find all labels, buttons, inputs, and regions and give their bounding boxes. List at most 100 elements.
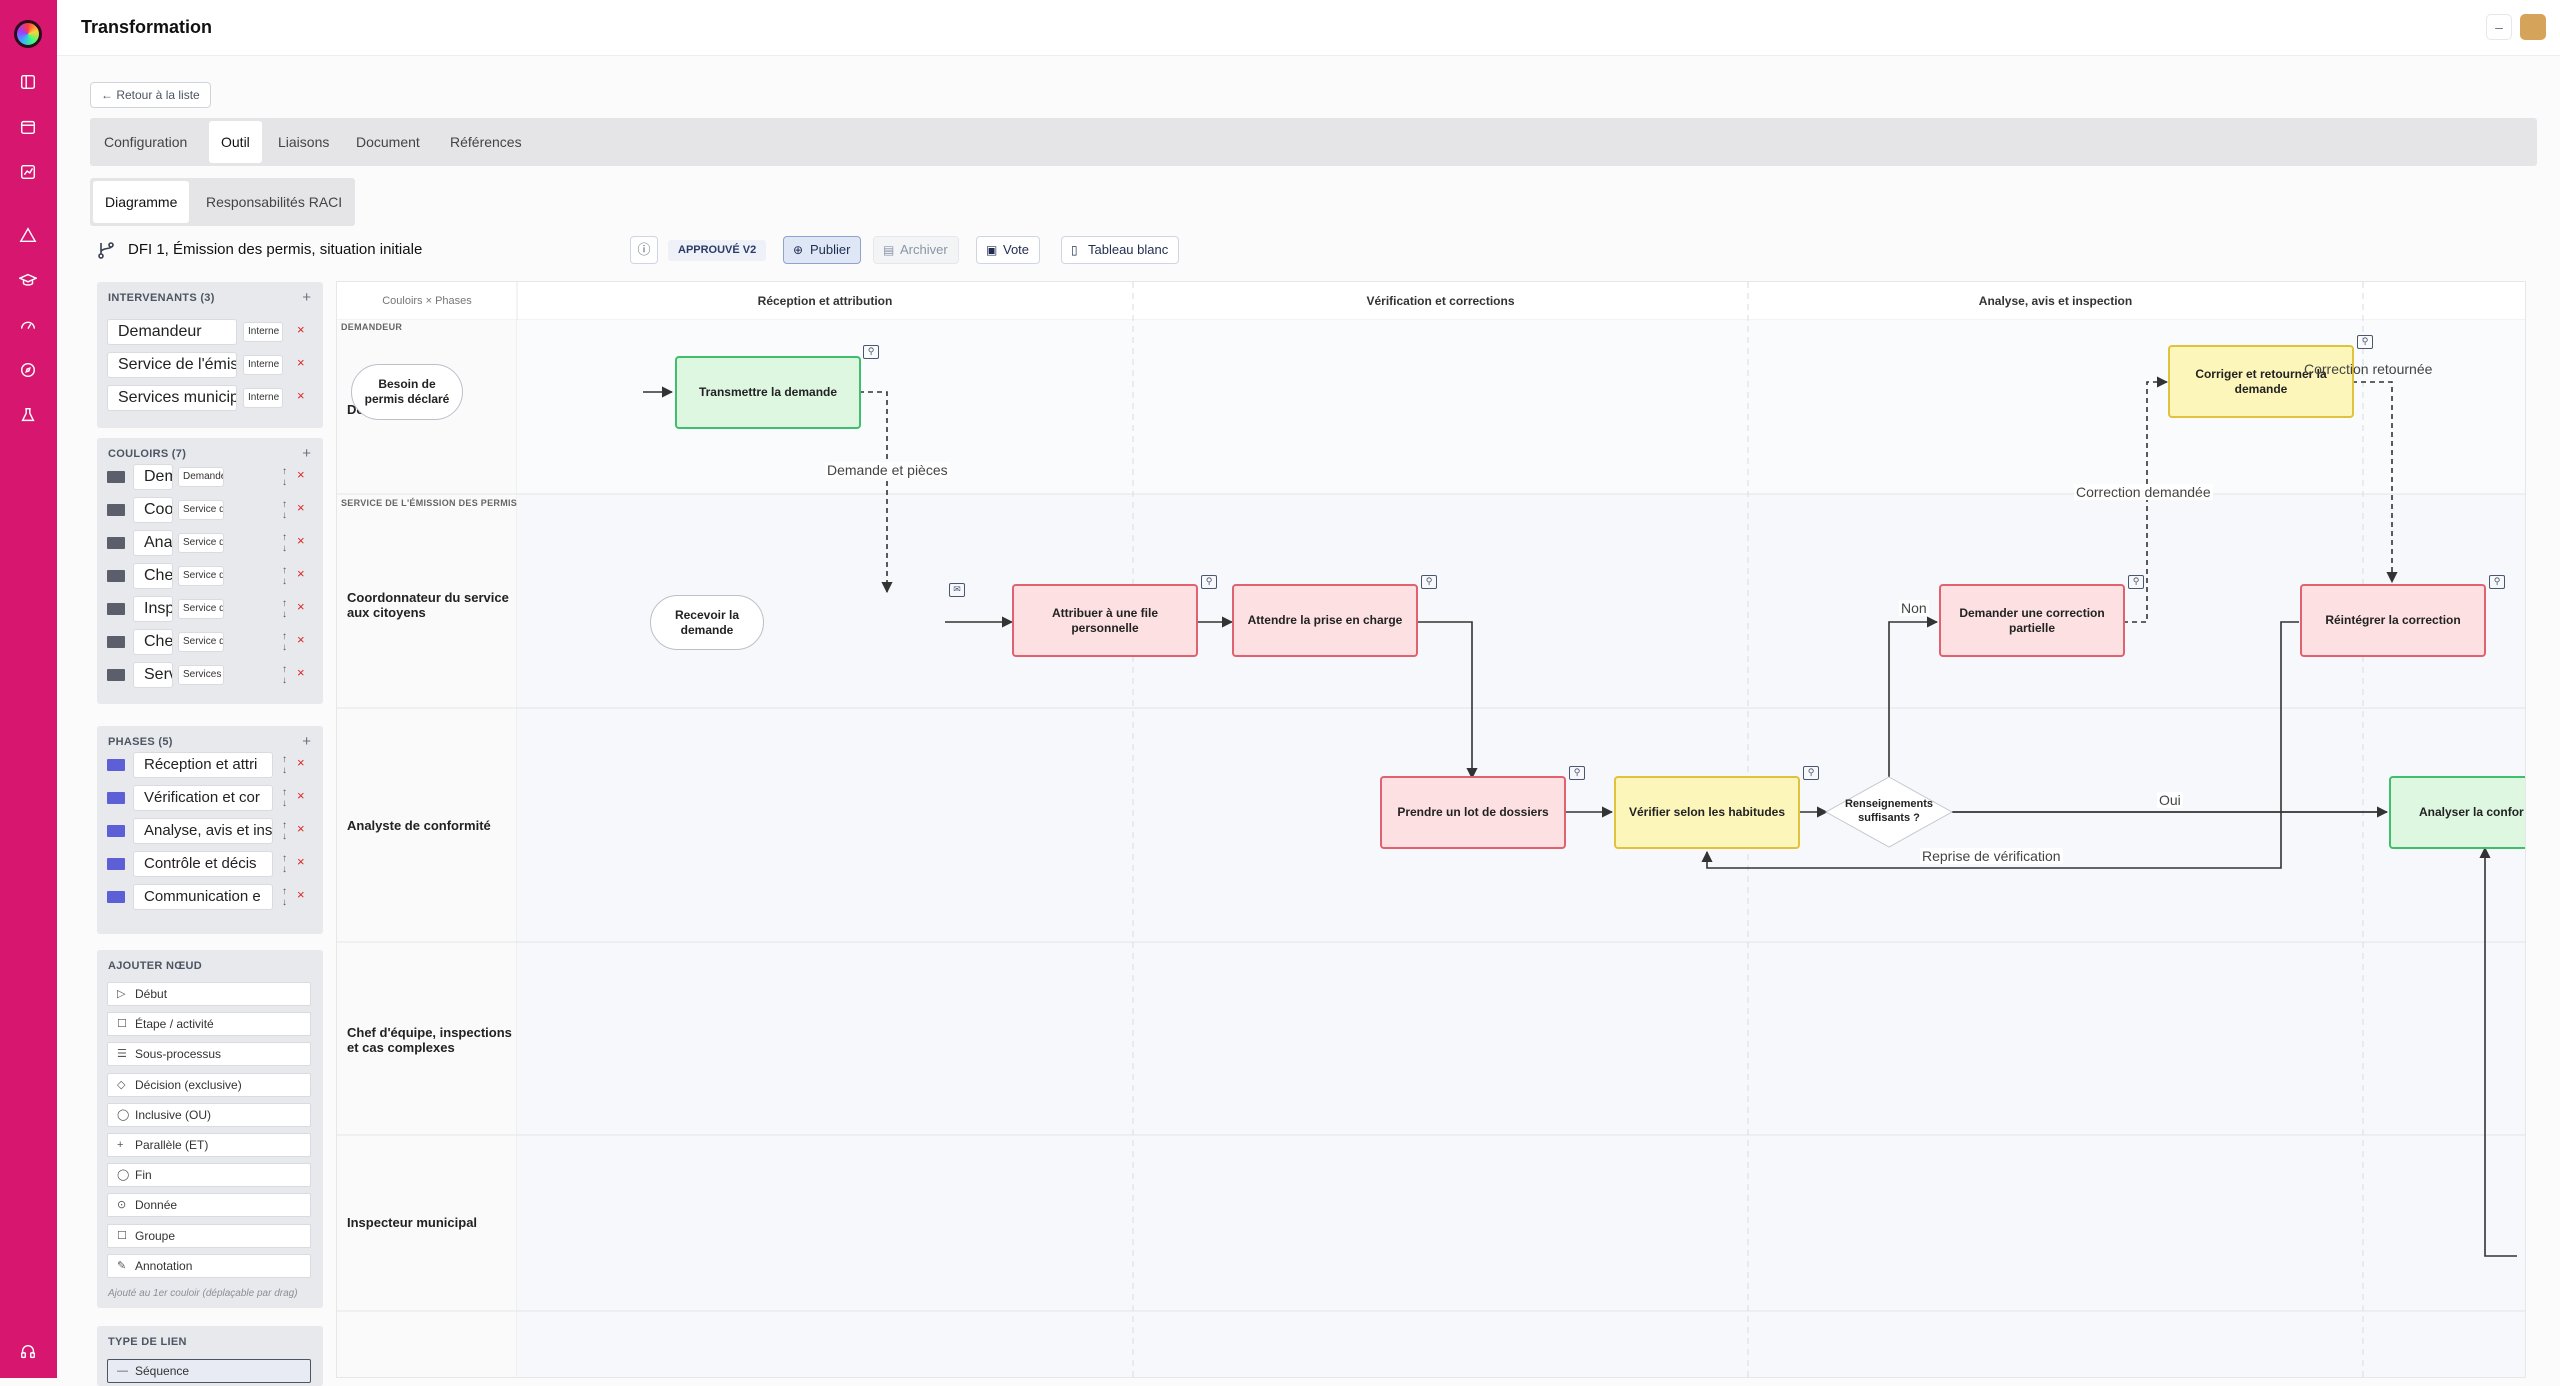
- remove-icon[interactable]: ×: [297, 887, 305, 902]
- couloir-actor-select[interactable]: Demandeur: [178, 467, 224, 487]
- remove-icon[interactable]: ×: [297, 632, 305, 647]
- couloir-name-input[interactable]: Coorc: [133, 497, 173, 523]
- node-prendre-lot[interactable]: Prendre un lot de dossiers: [1380, 776, 1566, 849]
- reorder-arrows-icon[interactable]: ↑ ↓: [282, 532, 288, 554]
- remove-icon[interactable]: ×: [297, 566, 305, 581]
- couloir-color-swatch[interactable]: [107, 570, 125, 582]
- reorder-arrows-icon[interactable]: ↑ ↓: [282, 820, 288, 842]
- add-phase-button[interactable]: +: [302, 733, 311, 750]
- remove-icon[interactable]: ×: [297, 788, 305, 803]
- couloir-name-input[interactable]: Analys: [133, 530, 173, 556]
- intervenant-type-select[interactable]: Interne: [243, 388, 283, 408]
- add-node-option[interactable]: ✎ Annotation: [107, 1253, 311, 1278]
- add-node-option[interactable]: + Parallèle (ET): [107, 1133, 311, 1157]
- add-intervenant-button[interactable]: +: [302, 289, 311, 306]
- archive-button[interactable]: ▤ Archiver: [873, 236, 959, 264]
- compass-icon[interactable]: [18, 360, 38, 380]
- remove-icon[interactable]: ×: [297, 599, 305, 614]
- reorder-arrows-icon[interactable]: ↑ ↓: [282, 754, 288, 776]
- couloir-actor-select[interactable]: Service de l'ém: [178, 632, 224, 652]
- add-node-option[interactable]: ☐ Groupe: [107, 1223, 311, 1248]
- corner-menu-button[interactable]: [2520, 14, 2546, 40]
- sidebar-panel-icon[interactable]: [18, 72, 38, 92]
- couloir-actor-select[interactable]: Service de l'ém: [178, 500, 224, 520]
- reorder-arrows-icon[interactable]: ↑ ↓: [282, 853, 288, 875]
- phase-color-swatch[interactable]: [107, 825, 125, 837]
- phase-name-input[interactable]: Réception et attri: [133, 752, 273, 778]
- couloir-name-input[interactable]: Servic: [133, 662, 173, 688]
- remove-icon[interactable]: ×: [297, 854, 305, 869]
- tab-diagramme[interactable]: Diagramme: [93, 181, 190, 223]
- couloir-actor-select[interactable]: Service de l'ém: [178, 533, 224, 553]
- add-node-option[interactable]: ◯ Inclusive (OU): [107, 1102, 311, 1127]
- report-icon[interactable]: [18, 162, 38, 182]
- node-analyser-conformite[interactable]: Analyser la confor: [2389, 776, 2525, 849]
- reorder-arrows-icon[interactable]: ↑ ↓: [282, 787, 288, 809]
- phase-color-swatch[interactable]: [107, 858, 125, 870]
- tab-configuration[interactable]: Configuration: [92, 118, 199, 166]
- reorder-arrows-icon[interactable]: ↑ ↓: [282, 886, 288, 908]
- tab-raci[interactable]: Responsabilités RACI: [194, 178, 354, 226]
- couloir-color-swatch[interactable]: [107, 603, 125, 615]
- reorder-arrows-icon[interactable]: ↑ ↓: [282, 466, 288, 488]
- info-button[interactable]: ⓘ: [630, 236, 658, 264]
- whiteboard-button[interactable]: ▯ Tableau blanc: [1061, 236, 1180, 264]
- couloir-color-swatch[interactable]: [107, 636, 125, 648]
- phase-color-swatch[interactable]: [107, 792, 125, 804]
- remove-icon[interactable]: ×: [297, 755, 305, 770]
- node-attendre-prise[interactable]: Attendre la prise en charge: [1232, 584, 1418, 657]
- remove-icon[interactable]: ×: [297, 533, 305, 548]
- add-node-option[interactable]: ◯ Fin: [107, 1163, 311, 1188]
- intervenant-name-input[interactable]: Services municip: [107, 385, 237, 411]
- node-corriger-retourner[interactable]: Corriger et retourner la demande: [2168, 345, 2354, 418]
- intervenant-type-select[interactable]: Interne: [243, 355, 283, 375]
- gauge-icon[interactable]: [18, 315, 38, 335]
- phase-name-input[interactable]: Communication e: [133, 884, 273, 910]
- intervenant-name-input[interactable]: Service de l'émis: [107, 352, 237, 378]
- phase-color-swatch[interactable]: [107, 891, 125, 903]
- reorder-arrows-icon[interactable]: ↑ ↓: [282, 565, 288, 587]
- couloir-color-swatch[interactable]: [107, 504, 125, 516]
- calendar-icon[interactable]: [18, 117, 38, 137]
- reorder-arrows-icon[interactable]: ↑ ↓: [282, 664, 288, 686]
- add-node-option[interactable]: ☐ Étape / activité: [107, 1012, 311, 1037]
- couloir-actor-select[interactable]: Service de l'ém: [178, 566, 224, 586]
- flask-icon[interactable]: [18, 405, 38, 425]
- remove-icon[interactable]: ×: [297, 821, 305, 836]
- tab-outil[interactable]: Outil: [209, 121, 262, 163]
- phase-name-input[interactable]: Vérification et cor: [133, 785, 273, 811]
- couloir-color-swatch[interactable]: [107, 537, 125, 549]
- minimize-button[interactable]: –: [2486, 14, 2512, 40]
- graduation-icon[interactable]: [18, 270, 38, 290]
- remove-icon[interactable]: ×: [297, 467, 305, 482]
- remove-icon[interactable]: ×: [297, 322, 305, 337]
- couloir-name-input[interactable]: Chef c: [133, 563, 173, 589]
- reorder-arrows-icon[interactable]: ↑ ↓: [282, 598, 288, 620]
- couloir-color-swatch[interactable]: [107, 669, 125, 681]
- couloir-actor-select[interactable]: Service de l'ém: [178, 599, 224, 619]
- node-transmettre-demande[interactable]: Transmettre la demande: [675, 356, 861, 429]
- tab-liaisons[interactable]: Liaisons: [266, 118, 341, 166]
- phase-color-swatch[interactable]: [107, 759, 125, 771]
- intervenant-name-input[interactable]: Demandeur: [107, 319, 237, 345]
- couloir-name-input[interactable]: Chef c: [133, 629, 173, 655]
- node-recevoir-demande[interactable]: Recevoir la demande: [650, 595, 764, 650]
- tab-references[interactable]: Références: [438, 118, 534, 166]
- node-reintegrer-correction[interactable]: Réintégrer la correction: [2300, 584, 2486, 657]
- node-verifier-habitudes[interactable]: Vérifier selon les habitudes: [1614, 776, 1800, 849]
- vote-button[interactable]: ▣ Vote: [976, 236, 1041, 264]
- add-node-option[interactable]: ◇ Décision (exclusive): [107, 1072, 311, 1097]
- triangle-icon[interactable]: [18, 225, 38, 245]
- couloir-name-input[interactable]: Inspec: [133, 596, 173, 622]
- support-icon[interactable]: [18, 1342, 38, 1362]
- link-type-sequence[interactable]: — Séquence: [107, 1359, 311, 1383]
- node-renseignements-suffisants[interactable]: Renseignements suffisants ?: [1826, 790, 1952, 834]
- couloir-actor-select[interactable]: Services munic: [178, 665, 224, 685]
- remove-icon[interactable]: ×: [297, 665, 305, 680]
- couloir-name-input[interactable]: Dema: [133, 464, 173, 490]
- diagram-canvas[interactable]: Couloirs × Phases Réception et attributi…: [336, 281, 2526, 1378]
- node-besoin-permis[interactable]: Besoin de permis déclaré: [351, 364, 463, 420]
- remove-icon[interactable]: ×: [297, 388, 305, 403]
- back-to-list-button[interactable]: ← Retour à la liste: [90, 82, 211, 108]
- remove-icon[interactable]: ×: [297, 500, 305, 515]
